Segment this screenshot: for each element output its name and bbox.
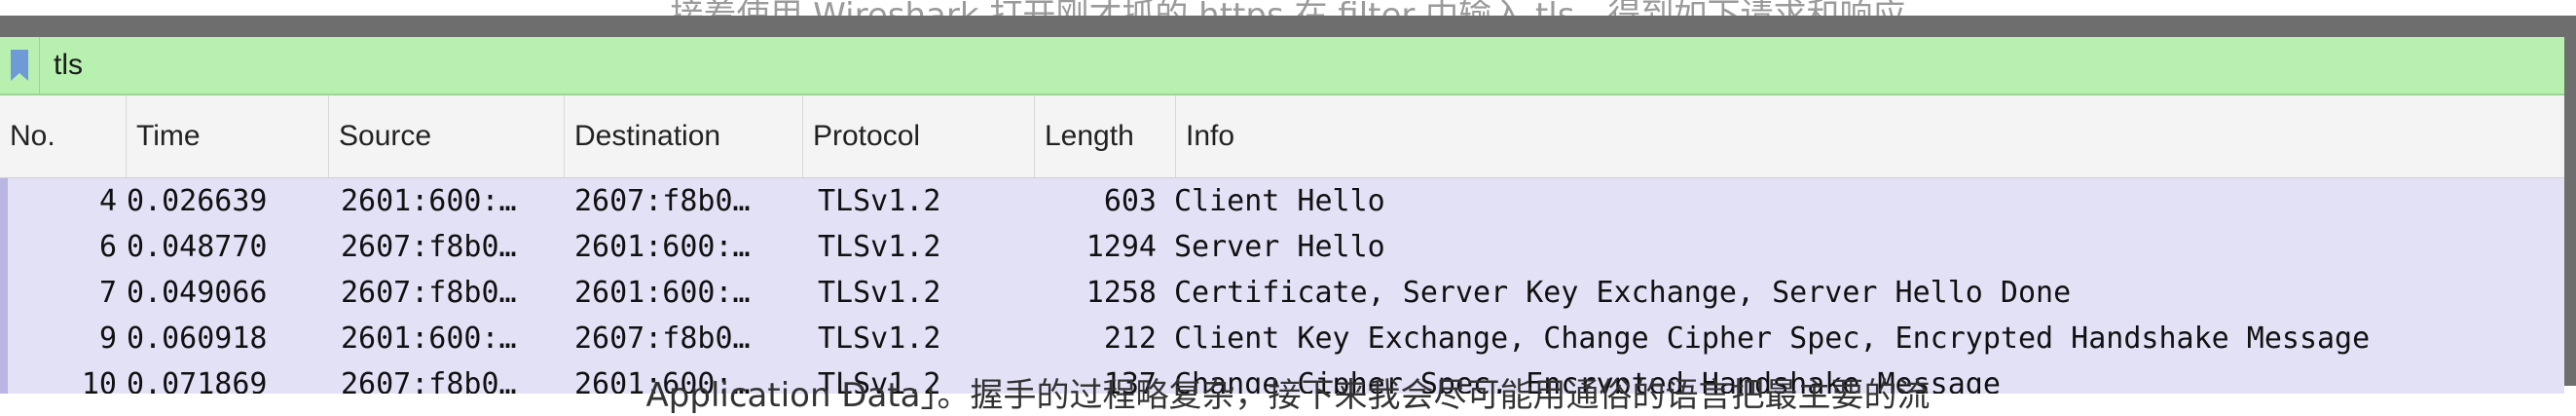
packet-source: 2607:f8b0… bbox=[341, 276, 517, 310]
packet-protocol: TLSv1.2 bbox=[818, 230, 941, 264]
bookmark-icon bbox=[11, 50, 28, 81]
packet-list-header: No. Time Source Destination Protocol Len… bbox=[0, 95, 2564, 178]
packet-length: 1294 bbox=[1086, 230, 1157, 264]
packet-length: 212 bbox=[1103, 321, 1157, 356]
column-header-no[interactable]: No. bbox=[0, 95, 127, 177]
packet-source: 2601:600:… bbox=[341, 321, 517, 356]
column-header-protocol[interactable]: Protocol bbox=[803, 95, 1035, 177]
packet-time: 0.048770 bbox=[127, 230, 268, 264]
packet-list-left-edge bbox=[0, 178, 8, 394]
column-header-destination[interactable]: Destination bbox=[565, 95, 803, 177]
packet-destination: 2601:600:… bbox=[574, 276, 751, 310]
packet-no: 6 bbox=[98, 230, 117, 264]
display-filter-bar bbox=[0, 37, 2564, 95]
wireshark-window: No. Time Source Destination Protocol Len… bbox=[0, 37, 2564, 394]
packet-no: 9 bbox=[98, 321, 117, 356]
screenshot-frame: No. Time Source Destination Protocol Len… bbox=[0, 16, 2576, 394]
packet-time: 0.060918 bbox=[127, 321, 268, 356]
column-header-source[interactable]: Source bbox=[329, 95, 565, 177]
packet-destination: 2607:f8b0… bbox=[574, 184, 751, 218]
packet-no: 7 bbox=[98, 276, 117, 310]
packet-time: 0.026639 bbox=[127, 184, 268, 218]
column-header-time[interactable]: Time bbox=[127, 95, 329, 177]
packet-list: 4 0.026639 2601:600:… 2607:f8b0… TLSv1.2… bbox=[0, 178, 2564, 394]
packet-info: Server Hello bbox=[1174, 230, 1385, 264]
packet-row[interactable]: 4 0.026639 2601:600:… 2607:f8b0… TLSv1.2… bbox=[0, 178, 2564, 224]
packet-no: 4 bbox=[98, 184, 117, 218]
packet-protocol: TLSv1.2 bbox=[818, 276, 941, 310]
packet-time: 0.049066 bbox=[127, 276, 268, 310]
packet-info: Client Hello bbox=[1174, 184, 1385, 218]
packet-protocol: TLSv1.2 bbox=[818, 321, 941, 356]
background-article-text-bottom: Application Data」。握手的过程略复杂，接下来我会尽可能用通俗的语… bbox=[645, 376, 1931, 415]
packet-info: Client Key Exchange, Change Cipher Spec,… bbox=[1174, 321, 2371, 356]
display-filter-input[interactable] bbox=[54, 41, 2390, 90]
packet-info: Certificate, Server Key Exchange, Server… bbox=[1174, 276, 2072, 310]
column-header-length[interactable]: Length bbox=[1035, 95, 1176, 177]
packet-row[interactable]: 6 0.048770 2607:f8b0… 2601:600:… TLSv1.2… bbox=[0, 224, 2564, 270]
column-header-info[interactable]: Info bbox=[1176, 95, 2564, 177]
packet-destination: 2601:600:… bbox=[574, 230, 751, 264]
packet-row[interactable]: 9 0.060918 2601:600:… 2607:f8b0… TLSv1.2… bbox=[0, 316, 2564, 361]
packet-source: 2601:600:… bbox=[341, 184, 517, 218]
packet-length: 1258 bbox=[1086, 276, 1157, 310]
filter-bookmark-button[interactable] bbox=[0, 37, 40, 94]
packet-source: 2607:f8b0… bbox=[341, 230, 517, 264]
packet-protocol: TLSv1.2 bbox=[818, 184, 941, 218]
packet-length: 603 bbox=[1103, 184, 1157, 218]
packet-row[interactable]: 7 0.049066 2607:f8b0… 2601:600:… TLSv1.2… bbox=[0, 270, 2564, 316]
packet-destination: 2607:f8b0… bbox=[574, 321, 751, 356]
